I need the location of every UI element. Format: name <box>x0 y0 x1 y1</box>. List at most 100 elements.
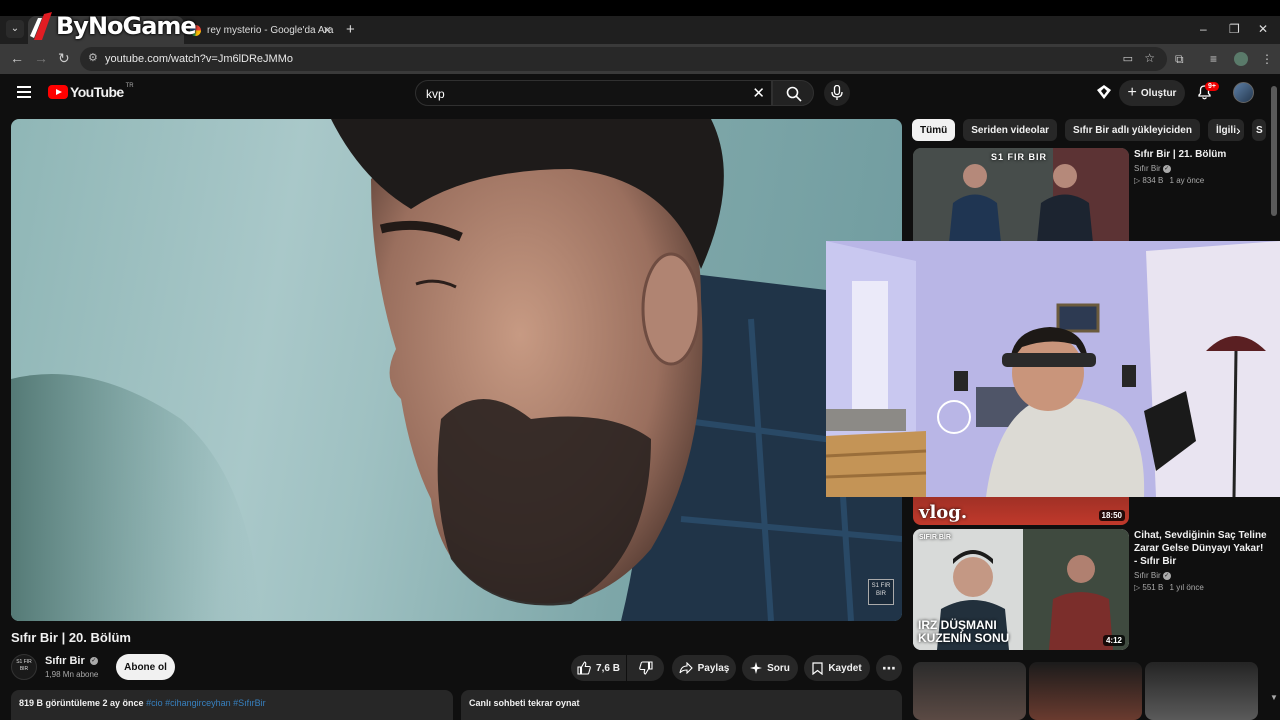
more-dots-icon: ⋯ <box>882 659 896 676</box>
rec-channel: Sıfır Bir ✓ <box>1134 571 1269 580</box>
rec-thumbnail-text: IRZ DÜŞMANI KUZENİN SONU <box>918 618 1010 645</box>
view-stats: 819 B görüntüleme 2 ay önce <box>19 698 144 708</box>
short-thumbnail-3[interactable] <box>1145 662 1258 720</box>
browser-menu-icon[interactable]: ⋮ <box>1261 52 1273 66</box>
channel-avatar[interactable]: S1 FIR BIR <box>11 654 37 680</box>
new-tab-button[interactable]: + <box>346 21 355 38</box>
chip-series[interactable]: Seriden videolar <box>963 119 1058 141</box>
filter-chips: Tümü Seriden videolar Sıfır Bir adlı yük… <box>912 119 1274 141</box>
search-query: kvp <box>426 87 445 101</box>
rec-thumbnail-3[interactable]: SIFIR BİR IRZ DÜŞMANI KUZENİN SONU 4:12 <box>913 529 1129 650</box>
search-button[interactable] <box>772 80 814 106</box>
bynogame-logo-overlay: ByNoGame <box>28 8 197 44</box>
chip-all[interactable]: Tümü <box>912 119 956 141</box>
ask-label: Soru <box>767 662 790 674</box>
rec-channel: Sıfır Bir ✓ <box>1134 164 1269 173</box>
bookmark-star-icon[interactable]: ☆ <box>1144 51 1155 65</box>
rec-title: Cihat, Sevdiğinin Saç Teline Zarar Gelse… <box>1134 530 1267 567</box>
subscribe-button[interactable]: Abone ol <box>116 654 175 680</box>
video-frame-image <box>11 119 902 621</box>
rec-views: 551 B <box>1142 583 1164 592</box>
profile-icon[interactable] <box>1234 52 1248 66</box>
omnibox[interactable]: ⚙ youtube.com/watch?v=Jm6lDReJMMo ▭ ☆ <box>80 47 1167 71</box>
close-window-icon[interactable]: ✕ <box>1258 22 1268 36</box>
description-header: 819 B görüntüleme 2 ay önce #cio #cihang… <box>19 698 266 708</box>
verified-check-icon: ✓ <box>1162 164 1171 173</box>
save-label: Kaydet <box>828 662 862 674</box>
create-button[interactable]: + Oluştur <box>1119 80 1185 106</box>
description-box[interactable]: 819 B görüntüleme 2 ay önce #cio #cihang… <box>11 690 453 720</box>
site-info-icon[interactable]: ⚙ <box>88 51 98 64</box>
subscriber-count: 1,98 Mn abone <box>45 670 99 679</box>
thumbs-down-icon <box>638 661 653 675</box>
sparkle-icon <box>750 662 763 674</box>
chip-uploader[interactable]: Sıfır Bir adlı yükleyiciden <box>1065 119 1200 141</box>
channel-name[interactable]: Sıfır Bir ✓ <box>45 655 98 667</box>
youtube-header: YouTube TR kvp ✕ + Oluştur 9+ <box>0 74 1280 112</box>
live-replay-icon: ▷ <box>1134 583 1141 592</box>
premium-gem-icon[interactable] <box>1097 85 1111 99</box>
rec-age: 1 yıl önce <box>1169 583 1204 592</box>
back-icon[interactable]: ← <box>10 50 24 66</box>
live-replay-icon: ▷ <box>1134 176 1141 185</box>
channel-name-text: Sıfır Bir <box>45 655 85 667</box>
dislike-button[interactable] <box>627 655 664 681</box>
tab-search-dropdown-icon[interactable]: ⌄ <box>6 20 24 38</box>
notification-count-badge: 9+ <box>1205 82 1219 91</box>
chip-partial[interactable]: S <box>1251 119 1266 141</box>
channel-watermark[interactable]: S1 FIR BIR <box>868 579 894 605</box>
thumbs-up-icon <box>577 661 591 675</box>
search-input[interactable]: kvp ✕ <box>415 80 772 106</box>
account-avatar[interactable] <box>1233 82 1254 103</box>
hamburger-menu-icon[interactable] <box>17 86 31 98</box>
minimize-icon[interactable]: – <box>1200 22 1207 36</box>
install-app-icon[interactable]: ▭ <box>1123 52 1133 65</box>
rec-channel-name: Sıfır Bir <box>1134 571 1161 580</box>
video-title: Sıfır Bir | 20. Bölüm <box>11 630 131 645</box>
youtube-logo-text: YouTube <box>70 84 124 100</box>
like-count: 7,6 B <box>596 662 620 674</box>
reload-icon[interactable]: ↻ <box>58 50 70 67</box>
page-scrollbar[interactable] <box>1271 86 1277 216</box>
video-player[interactable]: S1 FIR BIR <box>11 119 902 621</box>
share-icon <box>679 662 693 674</box>
bookmark-icon <box>812 661 823 675</box>
more-actions-button[interactable]: ⋯ <box>876 655 902 681</box>
clear-search-icon[interactable]: ✕ <box>752 84 765 102</box>
close-tab-icon[interactable]: ✕ <box>323 24 332 37</box>
microphone-icon <box>831 85 843 100</box>
like-button[interactable]: 7,6 B <box>571 655 626 681</box>
hashtags[interactable]: #cio #cihangirceyhan #SıfırBir <box>146 698 266 708</box>
live-chat-replay[interactable]: Canlı sohbeti tekrar oynat <box>461 690 902 720</box>
tab-title: rey mysterio - Google'da Ara <box>207 24 334 36</box>
rec-info-1[interactable]: Sıfır Bir | 21. Bölüm Sıfır Bir ✓ ▷ 834 B… <box>1134 148 1269 185</box>
scroll-down-arrow-icon[interactable]: ▼ <box>1270 693 1278 702</box>
verified-check-icon: ✓ <box>1162 571 1171 580</box>
country-code: TR <box>125 83 134 89</box>
voice-search-button[interactable] <box>824 80 850 106</box>
share-button[interactable]: Paylaş <box>672 655 736 681</box>
rec-age: 1 ay önce <box>1169 176 1205 185</box>
webcam-image <box>826 241 1280 497</box>
rec-info-3[interactable]: Cihat, Sevdiğinin Saç Teline Zarar Gelse… <box>1134 529 1269 592</box>
youtube-logo[interactable]: YouTube TR <box>48 83 134 100</box>
forward-icon[interactable]: → <box>34 50 48 66</box>
url-text: youtube.com/watch?v=Jm6lDReJMMo <box>105 53 293 65</box>
short-thumbnail-2[interactable] <box>1029 662 1142 720</box>
extensions-icon[interactable]: ⧉ <box>1175 52 1184 67</box>
rec-thumbnail-text: vlog. <box>919 502 968 523</box>
rec-meta: ▷ 834 B 1 ay önce <box>1134 176 1269 185</box>
short-thumbnail-1[interactable] <box>913 662 1026 720</box>
ask-button[interactable]: Soru <box>742 655 798 681</box>
rec-title: Sıfır Bir | 21. Bölüm <box>1134 149 1227 160</box>
maximize-icon[interactable]: ❐ <box>1229 22 1240 36</box>
create-label: Oluştur <box>1140 87 1177 99</box>
rec-thumbnail-text: S1 FIR BIR <box>991 152 1048 162</box>
browser-tab-google[interactable]: rey mysterio - Google'da Ara ✕ <box>190 16 340 44</box>
video-duration: 4:12 <box>1102 635 1125 646</box>
chips-next-chevron-icon[interactable]: › <box>1236 122 1241 138</box>
streamer-webcam-overlay <box>826 241 1280 497</box>
save-button[interactable]: Kaydet <box>804 655 870 681</box>
media-control-icon[interactable]: ≡ <box>1210 52 1217 66</box>
rec-channel-name: Sıfır Bir <box>1134 164 1161 173</box>
